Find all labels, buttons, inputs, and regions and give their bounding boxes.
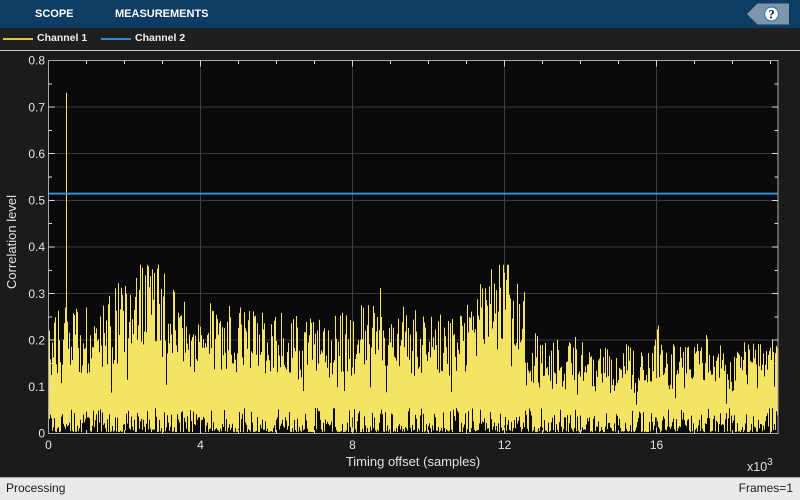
svg-text:0.6: 0.6 [28, 147, 45, 161]
svg-text:8: 8 [349, 438, 356, 452]
svg-text:x103: x103 [747, 457, 773, 474]
svg-text:?: ? [768, 7, 774, 21]
svg-text:0: 0 [45, 438, 52, 452]
svg-text:16: 16 [650, 438, 664, 452]
svg-text:0.3: 0.3 [28, 287, 45, 301]
svg-text:Correlation level: Correlation level [4, 195, 19, 289]
svg-text:0.4: 0.4 [28, 240, 45, 254]
svg-text:0.2: 0.2 [28, 333, 45, 347]
svg-text:0.7: 0.7 [28, 100, 45, 114]
svg-text:Timing offset (samples): Timing offset (samples) [346, 454, 480, 469]
svg-text:0.8: 0.8 [28, 54, 45, 68]
svg-text:4: 4 [197, 438, 204, 452]
svg-text:0.1: 0.1 [28, 380, 45, 394]
svg-text:0.5: 0.5 [28, 194, 45, 208]
svg-text:12: 12 [498, 438, 512, 452]
